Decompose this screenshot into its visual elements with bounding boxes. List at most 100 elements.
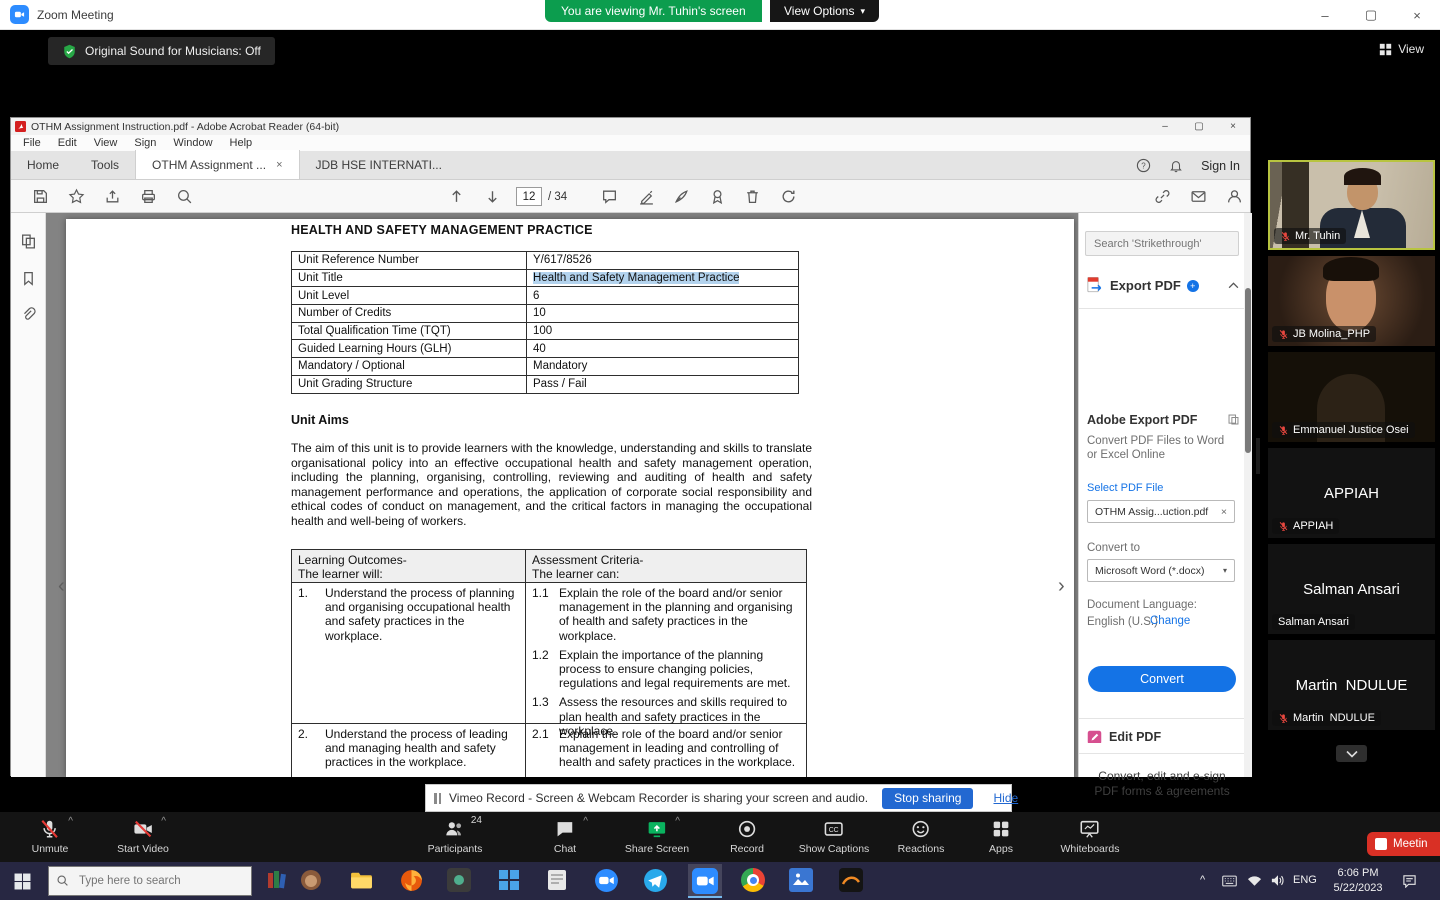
taskbar-app-generic[interactable] — [299, 868, 325, 894]
email-icon[interactable] — [1190, 188, 1207, 205]
participant-tile-mr-tuhin[interactable]: Mr. Tuhin — [1268, 160, 1435, 250]
participant-tile-jb-molina[interactable]: JB Molina_PHP — [1268, 256, 1435, 346]
format-dropdown[interactable]: Microsoft Word (*.docx) ▾ — [1087, 559, 1235, 582]
tools-search-input[interactable] — [1085, 231, 1239, 256]
tab-close-icon[interactable]: × — [276, 159, 282, 171]
minimize-button[interactable]: – — [1302, 0, 1348, 30]
panel-resize-handle[interactable] — [1256, 438, 1260, 474]
taskbar-app-books[interactable] — [265, 868, 291, 894]
sign-pen-icon[interactable] — [673, 188, 690, 205]
taskbar-app-dark[interactable] — [447, 868, 473, 894]
menu-help[interactable]: Help — [230, 137, 253, 149]
taskbar-clock[interactable]: 6:06 PM 5/22/2023 — [1326, 866, 1390, 896]
start-video-button[interactable]: ^ Start Video — [117, 816, 169, 855]
scrollbar-thumb[interactable] — [1245, 288, 1251, 453]
comment-icon[interactable] — [601, 188, 618, 205]
apps-button[interactable]: Apps — [989, 818, 1013, 855]
notifications-bell-icon[interactable] — [1169, 159, 1183, 173]
chevron-up-icon[interactable]: ^ — [68, 816, 73, 827]
original-sound-button[interactable]: Original Sound for Musicians: Off — [48, 37, 275, 65]
meeting-chip-button[interactable]: Meetin — [1367, 832, 1440, 856]
taskbar-zoom-active[interactable] — [692, 868, 718, 894]
participant-tile-emmanuel[interactable]: Emmanuel Justice Osei — [1268, 352, 1435, 442]
remove-file-icon[interactable]: × — [1221, 506, 1227, 518]
share-file-icon[interactable] — [104, 188, 121, 205]
language-indicator[interactable]: ENG — [1293, 874, 1317, 886]
tab-tools[interactable]: Tools — [75, 150, 135, 179]
tab-document-othm[interactable]: OTHM Assignment ... × — [135, 150, 299, 179]
rotate-pages-icon[interactable] — [780, 188, 797, 205]
unmute-button[interactable]: ^ Unmute — [32, 816, 73, 855]
link-icon[interactable] — [1154, 188, 1171, 205]
hide-banner-link[interactable]: Hide — [993, 791, 1018, 805]
taskbar-search-input[interactable] — [48, 866, 252, 896]
bookmarks-icon[interactable] — [20, 270, 37, 287]
maximize-button[interactable]: ▢ — [1348, 0, 1394, 30]
menu-view[interactable]: View — [94, 137, 118, 149]
convert-button[interactable]: Convert — [1088, 666, 1236, 692]
stop-sharing-button[interactable]: Stop sharing — [882, 787, 974, 809]
start-button[interactable] — [14, 873, 31, 890]
reactions-button[interactable]: Reactions — [898, 818, 944, 855]
participant-tile-appiah[interactable]: APPIAH APPIAH — [1268, 448, 1435, 538]
network-icon[interactable] — [1247, 875, 1262, 887]
stamp-icon[interactable] — [709, 188, 726, 205]
tab-home[interactable]: Home — [11, 150, 75, 179]
help-icon[interactable]: ? — [1136, 158, 1151, 173]
search-icon[interactable] — [176, 188, 193, 205]
participant-tile-salman[interactable]: Salman Ansari Salman Ansari — [1268, 544, 1435, 634]
export-pdf-section-header[interactable]: Export PDF + — [1085, 276, 1239, 295]
whiteboards-button[interactable]: Whiteboards — [1061, 818, 1119, 855]
view-options-button[interactable]: View Options ▾ — [770, 0, 880, 22]
chevron-up-icon[interactable]: ^ — [161, 816, 166, 827]
collapse-chevron-icon[interactable] — [1228, 282, 1239, 289]
next-page-chevron[interactable]: › — [1058, 575, 1065, 598]
account-icon[interactable] — [1226, 188, 1243, 205]
edit-pdf-row[interactable]: Edit PDF — [1087, 730, 1237, 743]
tab-document-jdb[interactable]: JDB HSE INTERNATI... — [298, 150, 458, 179]
taskbar-browser-orange[interactable] — [399, 868, 425, 894]
tray-expand-caret[interactable]: ^ — [1200, 874, 1205, 886]
acrobat-restore-button[interactable]: ▢ — [1182, 118, 1216, 135]
delete-pages-icon[interactable] — [744, 188, 761, 205]
acrobat-close-button[interactable]: × — [1216, 118, 1250, 135]
previous-page-chevron[interactable]: ‹ — [58, 575, 65, 598]
highlighter-icon[interactable] — [638, 188, 655, 205]
share-screen-button[interactable]: ^ Share Screen — [625, 816, 689, 855]
menu-sign[interactable]: Sign — [134, 137, 156, 149]
copy-link-icon[interactable] — [1227, 413, 1240, 426]
taskbar-app-orange-wave[interactable] — [839, 868, 865, 894]
page-thumbnails-icon[interactable] — [20, 233, 37, 250]
page-number-input[interactable] — [516, 187, 542, 206]
volume-icon[interactable] — [1271, 874, 1285, 887]
taskbar-zoom-circle[interactable] — [594, 868, 620, 894]
menu-file[interactable]: File — [23, 137, 41, 149]
collapse-participants-button[interactable] — [1336, 745, 1367, 762]
action-center-icon[interactable] — [1402, 874, 1417, 888]
taskbar-chrome[interactable] — [741, 868, 767, 894]
show-captions-button[interactable]: CC Show Captions — [799, 818, 869, 855]
record-button[interactable]: Record — [730, 818, 764, 855]
participants-button[interactable]: 24 Participants — [428, 815, 483, 855]
taskbar-app-notes[interactable] — [545, 868, 571, 894]
sign-in-button[interactable]: Sign In — [1201, 159, 1240, 173]
selected-file-box[interactable]: OTHM Assig...uction.pdf × — [1087, 500, 1235, 523]
attachments-icon[interactable] — [20, 306, 37, 323]
star-icon[interactable] — [68, 188, 85, 205]
taskbar-app-blue-grid[interactable] — [497, 868, 523, 894]
print-icon[interactable] — [140, 188, 157, 205]
previous-page-icon[interactable] — [448, 188, 465, 205]
taskbar-file-explorer[interactable] — [349, 868, 375, 894]
menu-window[interactable]: Window — [173, 137, 212, 149]
menu-edit[interactable]: Edit — [58, 137, 77, 149]
chat-button[interactable]: ^ Chat — [554, 816, 588, 855]
taskbar-photos[interactable] — [789, 868, 815, 894]
taskbar-telegram[interactable] — [643, 868, 669, 894]
chevron-up-icon[interactable]: ^ — [675, 816, 680, 827]
participant-tile-martin[interactable]: Martin NDULUE Martin NDULUE — [1268, 640, 1435, 730]
close-button[interactable]: × — [1394, 0, 1440, 30]
change-language-link[interactable]: Change — [1150, 615, 1190, 627]
view-button[interactable]: View — [1379, 42, 1424, 56]
next-page-icon[interactable] — [484, 188, 501, 205]
chevron-up-icon[interactable]: ^ — [583, 816, 588, 827]
